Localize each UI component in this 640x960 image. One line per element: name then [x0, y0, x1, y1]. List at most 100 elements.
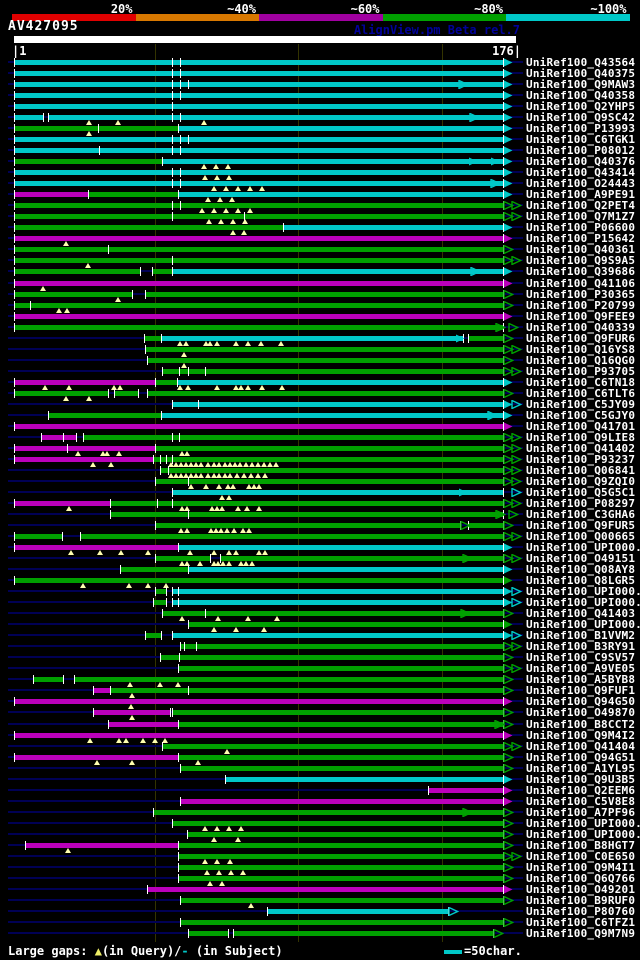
alignment-segment	[88, 192, 178, 197]
subject-extension-arrow-icon	[504, 102, 513, 111]
subject-extension-arrow-icon	[511, 433, 522, 442]
subject-extension-arrow-icon	[504, 190, 513, 199]
alignment-segment	[178, 876, 503, 881]
subject-extension-arrow-icon	[456, 334, 465, 343]
boundary-tick	[170, 708, 171, 717]
subject-extension-arrow-icon	[511, 742, 522, 751]
boundary-tick	[14, 532, 15, 541]
alignment-segment	[155, 446, 503, 451]
subject-gap-tick	[180, 168, 181, 177]
alignment-segment	[172, 633, 503, 638]
boundary-tick	[14, 279, 15, 288]
alignment-segment	[41, 435, 76, 440]
alignment-segment	[14, 247, 503, 252]
boundary-tick	[172, 708, 173, 717]
subject-extension-arrow-icon	[469, 113, 480, 122]
boundary-tick	[41, 433, 42, 442]
alignment-segment	[33, 677, 63, 682]
boundary-tick	[155, 554, 156, 563]
subject-extension-arrow-icon	[469, 157, 478, 166]
alignment-segment	[14, 446, 155, 451]
subject-extension-arrow-icon	[504, 157, 513, 166]
subject-extension-arrow-icon	[448, 907, 459, 916]
alignment-segment	[114, 391, 138, 396]
boundary-tick	[120, 565, 121, 574]
alignment-segment	[14, 578, 503, 583]
boundary-tick	[48, 113, 49, 122]
boundary-tick	[14, 102, 15, 111]
alignment-row[interactable]: UniRef100_O49870	[0, 707, 640, 720]
subject-gap-tick	[30, 301, 31, 310]
subject-gap-tick	[180, 201, 181, 210]
hit-label[interactable]: UniRef100_O49870	[526, 707, 635, 718]
boundary-tick	[166, 587, 167, 596]
subject-gap-tick	[188, 367, 189, 376]
subject-extension-arrow-icon	[504, 267, 513, 276]
subject-extension-arrow-icon	[511, 466, 522, 475]
alignment-row[interactable]: UniRef100_Q39686	[0, 266, 640, 277]
subject-extension-arrow-icon	[504, 565, 513, 574]
subject-extension-arrow-icon	[503, 708, 514, 717]
alignment-segment	[145, 633, 161, 638]
hit-label[interactable]: UniRef100_Q39686	[526, 266, 635, 277]
alignment-segment	[180, 799, 503, 804]
subject-gap-tick	[180, 69, 181, 78]
subject-extension-arrow-icon	[504, 786, 513, 795]
boundary-tick	[14, 422, 15, 431]
boundary-tick	[233, 929, 234, 938]
subject-extension-arrow-icon	[503, 753, 514, 762]
subject-extension-arrow-icon	[511, 852, 522, 861]
boundary-tick	[93, 686, 94, 695]
boundary-tick	[14, 389, 15, 398]
subject-gap-tick	[99, 146, 100, 155]
alignment-segment	[48, 413, 161, 418]
subject-extension-arrow-icon	[503, 874, 514, 883]
subject-extension-arrow-icon	[503, 863, 514, 872]
subject-gap-tick	[157, 499, 158, 508]
alignment-segment	[428, 788, 503, 793]
subject-gap-tick	[160, 455, 161, 464]
boundary-tick	[14, 290, 15, 299]
subject-extension-arrow-icon	[503, 301, 514, 310]
boundary-tick	[162, 157, 163, 166]
alignment-segment	[14, 71, 503, 76]
boundary-tick	[152, 267, 153, 276]
subject-gap-tick	[172, 212, 173, 221]
alignment-segment	[14, 269, 140, 274]
boundary-tick	[162, 742, 163, 751]
alignment-segment	[233, 931, 493, 936]
alignment-segment	[153, 600, 166, 605]
subject-gap-tick	[180, 146, 181, 155]
alignment-segment	[180, 644, 503, 649]
hit-label[interactable]: UniRef100_Q9M7N9	[526, 928, 635, 939]
boundary-tick	[88, 190, 89, 199]
subject-extension-arrow-icon	[503, 334, 514, 343]
fifty-char-scale-swatch	[444, 950, 462, 954]
subject-gap-tick	[178, 598, 179, 607]
identity-key-label: ~60%	[350, 2, 380, 16]
boundary-tick	[161, 631, 162, 640]
subject-extension-arrow-icon	[503, 389, 514, 398]
subject-gap-tick	[172, 433, 173, 442]
alignment-row[interactable]: UniRef100_Q9M7N9	[0, 928, 640, 939]
subject-extension-arrow-icon	[504, 543, 513, 552]
alignment-segment	[172, 821, 503, 826]
alignment-segment	[468, 336, 503, 341]
alignment-segment	[83, 435, 503, 440]
subject-extension-arrow-icon	[511, 554, 522, 563]
subject-extension-arrow-icon	[495, 323, 506, 332]
alignment-segment	[14, 192, 88, 197]
boundary-tick	[14, 543, 15, 552]
boundary-tick	[14, 157, 15, 166]
boundary-tick	[14, 455, 15, 464]
subject-extension-arrow-icon	[511, 345, 522, 354]
alignment-segment	[14, 126, 178, 131]
boundary-tick	[147, 356, 148, 365]
identity-key-label: ~80%	[474, 2, 503, 16]
alignment-segment	[14, 60, 503, 65]
boundary-tick	[14, 245, 15, 254]
boundary-tick	[83, 433, 84, 442]
subject-extension-arrow-icon	[503, 896, 514, 905]
subject-gap-tick	[172, 69, 173, 78]
boundary-tick	[283, 223, 284, 232]
